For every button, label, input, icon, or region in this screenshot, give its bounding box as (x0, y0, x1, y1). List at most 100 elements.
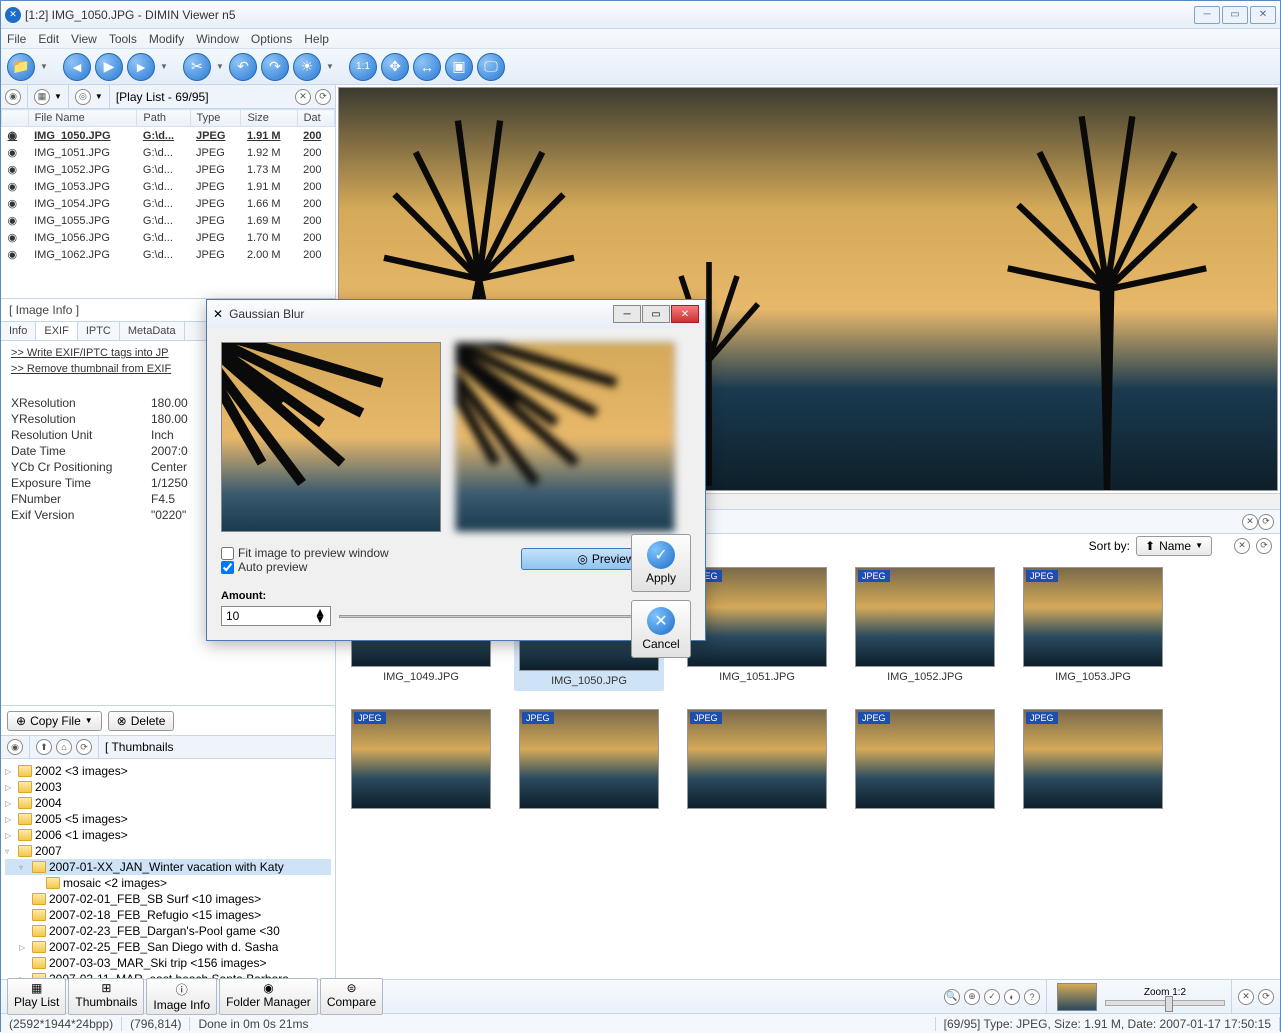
tree-item[interactable]: mosaic <2 images> (5, 875, 331, 891)
fit-checkbox[interactable]: Fit image to preview window (221, 546, 511, 560)
tab-exif[interactable]: EXIF (36, 322, 77, 340)
table-row[interactable]: ◉IMG_1062.JPGG:\d...JPEG2.00 M200 (2, 246, 335, 263)
play-button[interactable]: ▶ (95, 53, 123, 81)
thumbnail[interactable]: JPEG (1018, 709, 1168, 813)
tab-metadata[interactable]: MetaData (120, 322, 185, 340)
copy-file-button[interactable]: ⊕Copy File▼ (7, 711, 102, 731)
thumb-up-icon[interactable]: ⬆ (36, 739, 52, 755)
thumb-refresh-icon[interactable]: ⟳ (76, 739, 92, 755)
table-row[interactable]: ◉IMG_1050.JPGG:\d...JPEG1.91 M200 (2, 127, 335, 145)
bottom-play-list[interactable]: ▦Play List (7, 978, 66, 1015)
tree-item[interactable]: ▷2002 <3 images> (5, 763, 331, 779)
close-button[interactable]: ✕ (1250, 6, 1276, 24)
bottom-image-info[interactable]: ⓘImage Info (146, 978, 217, 1015)
thumb-icon-1[interactable]: ◉ (7, 739, 23, 755)
menu-modify[interactable]: Modify (149, 32, 184, 46)
tree-item[interactable]: ▿2007-01-XX_JAN_Winter vacation with Kat… (5, 859, 331, 875)
col-header[interactable]: Path (137, 110, 190, 127)
playlist-refresh[interactable]: ⟳ (315, 89, 331, 105)
zoom-tool-2[interactable]: ⊕ (964, 989, 980, 1005)
col-header[interactable]: Size (241, 110, 297, 127)
tree-item[interactable]: ▷2003 (5, 779, 331, 795)
zoom-tool-5[interactable]: ? (1024, 989, 1040, 1005)
bottom-close[interactable]: ✕ (1238, 989, 1254, 1005)
bottom-folder-manager[interactable]: ◉Folder Manager (219, 978, 318, 1015)
col-header[interactable]: Dat (297, 110, 334, 127)
thumbnail[interactable]: JPEGIMG_1053.JPG (1018, 567, 1168, 691)
titlebar[interactable]: ✕ [1:2] IMG_1050.JPG - DIMIN Viewer n5 ─… (1, 1, 1280, 29)
preview-original[interactable] (221, 342, 441, 532)
table-row[interactable]: ◉IMG_1056.JPGG:\d...JPEG1.70 M200 (2, 229, 335, 246)
cut-button[interactable]: ✂ (183, 53, 211, 81)
zoom-tool-3[interactable]: ✓ (984, 989, 1000, 1005)
dialog-minimize[interactable]: ─ (613, 305, 641, 323)
menu-window[interactable]: Window (196, 32, 239, 46)
tree-item[interactable]: ▷2004 (5, 795, 331, 811)
playlist-icon-2[interactable]: ▦ (34, 89, 50, 105)
playlist-icon-3[interactable]: ◎ (75, 89, 91, 105)
tree-item[interactable]: 2007-02-01_FEB_SB Surf <10 images> (5, 891, 331, 907)
zoom-fit-button[interactable]: ✥ (381, 53, 409, 81)
dialog-maximize[interactable]: ▭ (642, 305, 670, 323)
maximize-button[interactable]: ▭ (1222, 6, 1248, 24)
thumbnail[interactable]: JPEG (346, 709, 496, 813)
menu-tools[interactable]: Tools (109, 32, 137, 46)
zoom-thumbnail[interactable] (1057, 983, 1097, 1011)
col-header[interactable]: File Name (28, 110, 137, 127)
fullscreen-button[interactable]: ▣ (445, 53, 473, 81)
thumbnail[interactable]: JPEG (850, 709, 1000, 813)
sort-button[interactable]: ⬆Name▼ (1136, 536, 1212, 556)
prev-button[interactable]: ◄ (63, 53, 91, 81)
zoom-1-1-button[interactable]: 1:1 (349, 53, 377, 81)
cancel-button[interactable]: ✕Cancel (631, 600, 691, 658)
path-close[interactable]: ✕ (1242, 514, 1258, 530)
zoom-slider[interactable] (1105, 1000, 1225, 1006)
menu-view[interactable]: View (71, 32, 97, 46)
menu-edit[interactable]: Edit (38, 32, 59, 46)
tree-item[interactable]: 2007-03-03_MAR_Ski trip <156 images> (5, 955, 331, 971)
tab-info[interactable]: Info (1, 322, 36, 340)
open-button[interactable]: 📁 (7, 53, 35, 81)
menu-options[interactable]: Options (251, 32, 292, 46)
apply-button[interactable]: ✓Apply (631, 534, 691, 592)
table-row[interactable]: ◉IMG_1053.JPGG:\d...JPEG1.91 M200 (2, 178, 335, 195)
thumbnail[interactable]: JPEG (682, 709, 832, 813)
table-row[interactable]: ◉IMG_1051.JPGG:\d...JPEG1.92 M200 (2, 144, 335, 161)
playlist-close[interactable]: ✕ (295, 89, 311, 105)
col-header[interactable] (2, 110, 29, 127)
amount-spinner[interactable]: 10▲▼ (221, 606, 331, 626)
tree-item[interactable]: 2007-02-18_FEB_Refugio <15 images> (5, 907, 331, 923)
open-dropdown[interactable]: ▼ (39, 62, 49, 71)
minimize-button[interactable]: ─ (1194, 6, 1220, 24)
zoom-width-button[interactable]: ↔ (413, 53, 441, 81)
redo-button[interactable]: ↷ (261, 53, 289, 81)
bottom-thumbnails[interactable]: ⊞Thumbnails (68, 978, 144, 1015)
folder-tree[interactable]: ▷2002 <3 images>▷2003▷2004▷2005 <5 image… (1, 759, 335, 979)
col-header[interactable]: Type (190, 110, 241, 127)
undo-button[interactable]: ↶ (229, 53, 257, 81)
bottom-compare[interactable]: ⊜Compare (320, 978, 383, 1015)
path-refresh[interactable]: ⟳ (1258, 514, 1274, 530)
table-row[interactable]: ◉IMG_1055.JPGG:\d...JPEG1.69 M200 (2, 212, 335, 229)
menu-help[interactable]: Help (304, 32, 329, 46)
bottom-refresh[interactable]: ⟳ (1258, 989, 1274, 1005)
tab-iptc[interactable]: IPTC (78, 322, 120, 340)
auto-preview-checkbox[interactable]: Auto preview (221, 560, 511, 574)
dialog-close[interactable]: ✕ (671, 305, 699, 323)
zoom-tool-4[interactable]: ◐ (1004, 989, 1020, 1005)
monitor-button[interactable]: 🖵 (477, 53, 505, 81)
thumbnail[interactable]: JPEGIMG_1052.JPG (850, 567, 1000, 691)
thumbnail[interactable]: JPEG (514, 709, 664, 813)
delete-button[interactable]: ⊗Delete (108, 711, 175, 731)
tree-item[interactable]: ▷2005 <5 images> (5, 811, 331, 827)
playlist-table[interactable]: File NamePathTypeSizeDat◉IMG_1050.JPGG:\… (1, 109, 335, 299)
playlist-icon-1[interactable]: ◉ (5, 89, 21, 105)
tree-item[interactable]: 2007-02-23_FEB_Dargan's-Pool game <30 (5, 923, 331, 939)
next-button[interactable]: ► (127, 53, 155, 81)
next-dropdown[interactable]: ▼ (159, 62, 169, 71)
tree-item[interactable]: ▷2007-02-25_FEB_San Diego with d. Sasha (5, 939, 331, 955)
brightness-button[interactable]: ☀ (293, 53, 321, 81)
sort-refresh[interactable]: ⟳ (1256, 538, 1272, 554)
tree-item[interactable]: ▷2006 <1 images> (5, 827, 331, 843)
dialog-titlebar[interactable]: ✕ Gaussian Blur ─ ▭ ✕ (207, 300, 705, 328)
